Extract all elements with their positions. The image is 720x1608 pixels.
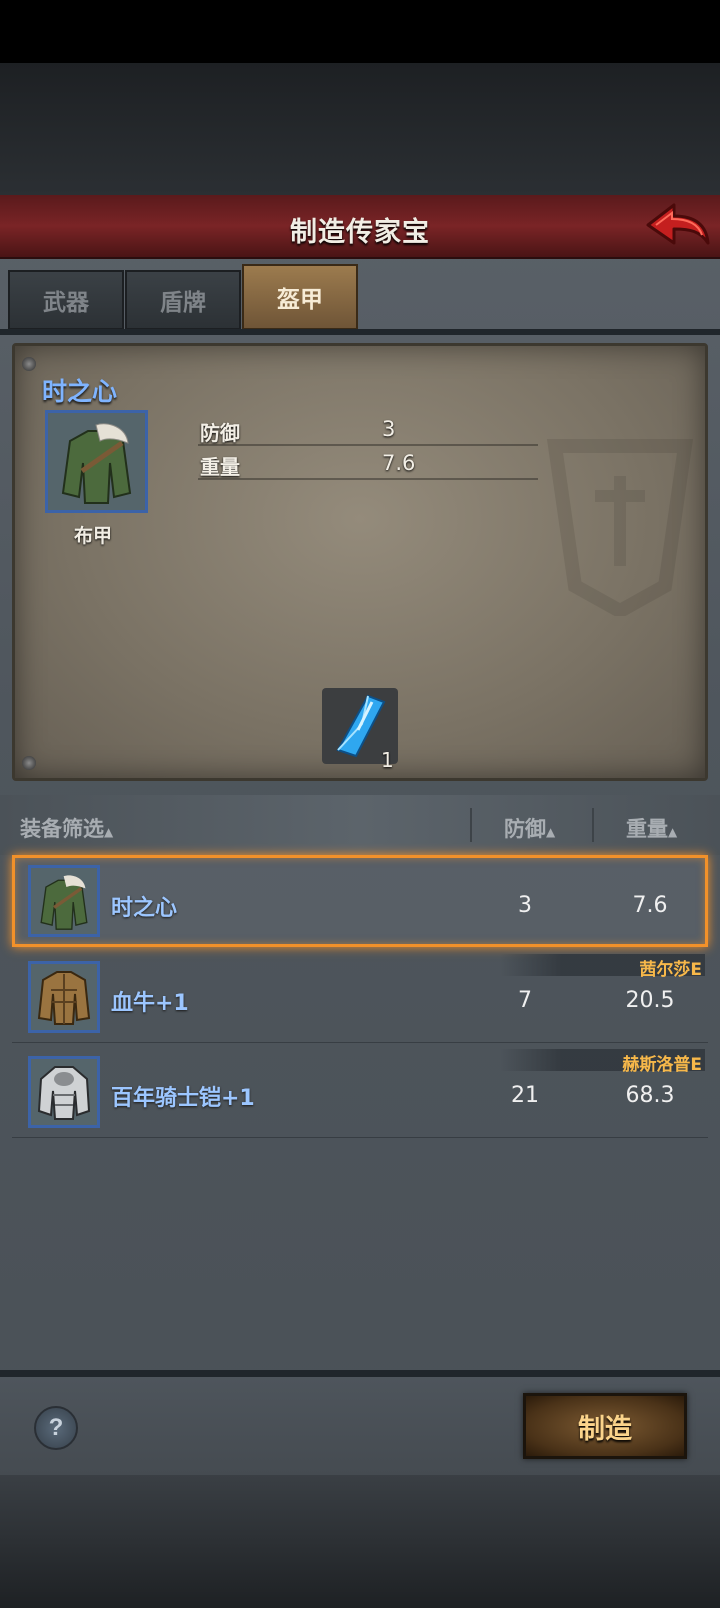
- stat-weight-label: 重量: [200, 455, 240, 479]
- tab-weapons[interactable]: 武器: [8, 270, 124, 330]
- row-item-icon: [28, 961, 100, 1033]
- category-tabs: 武器 盾牌 盔甲: [0, 262, 720, 332]
- plate-armor-icon: [31, 1059, 97, 1125]
- row-owner: 赫斯洛普E: [622, 1055, 702, 1075]
- craft-button[interactable]: 制造: [523, 1393, 687, 1459]
- row-weight: 20.5: [625, 988, 675, 1013]
- row-item-icon: [28, 1056, 100, 1128]
- material-count: 1: [381, 748, 394, 772]
- sort-arrow-icon: ▲: [546, 825, 556, 839]
- stat-divider: [198, 478, 538, 480]
- cloth-armor-icon: [48, 413, 145, 510]
- header-divider: [470, 808, 472, 842]
- header-divider: [592, 808, 594, 842]
- defense-header-label: 防御: [504, 817, 546, 841]
- stat-defense-value: 3: [382, 417, 396, 441]
- footer-divider: [0, 1370, 720, 1377]
- nail-bottom-left: [22, 756, 36, 770]
- row-defense: 3: [518, 893, 532, 918]
- row-weight: 68.3: [625, 1083, 675, 1108]
- row-defense: 21: [511, 1083, 539, 1108]
- nail-top-left: [22, 357, 36, 371]
- background-upper: [0, 63, 720, 195]
- filter-label: 装备筛选: [20, 817, 104, 841]
- sort-arrow-icon: ▲: [104, 825, 114, 839]
- row-item-name: 时之心: [111, 896, 178, 921]
- stat-divider: [198, 444, 538, 446]
- row-item-name: 血牛+1: [111, 991, 189, 1016]
- sort-arrow-icon: ▲: [668, 825, 678, 839]
- stat-weight-value: 7.6: [382, 451, 416, 475]
- back-button[interactable]: [644, 199, 712, 251]
- row-item-icon: [28, 865, 100, 937]
- detail-item-name: 时之心: [42, 377, 118, 406]
- back-arrow-icon: [646, 203, 710, 245]
- tab-armor[interactable]: 盔甲: [242, 264, 358, 330]
- leather-armor-icon: [31, 964, 97, 1030]
- crest-watermark-icon: [546, 439, 694, 616]
- page-title: 制造传家宝: [290, 217, 430, 248]
- weight-header-label: 重量: [626, 817, 668, 841]
- row-owner: 茜尔莎E: [639, 960, 702, 980]
- filter-sort-header[interactable]: 装备筛选▲: [20, 813, 113, 843]
- help-button[interactable]: ?: [34, 1406, 78, 1450]
- detail-item-icon: [45, 410, 148, 513]
- stat-defense-label: 防御: [200, 421, 240, 445]
- cloth-armor-icon: [31, 868, 97, 934]
- help-icon: ?: [48, 1414, 64, 1441]
- row-item-name: 百年骑士铠+1: [111, 1086, 255, 1111]
- defense-sort-header[interactable]: 防御▲: [504, 813, 555, 843]
- status-bar: [0, 0, 720, 63]
- tab-divider: [0, 329, 720, 335]
- background-lower: [0, 1475, 720, 1608]
- row-defense: 7: [518, 988, 532, 1013]
- detail-item-type: 布甲: [74, 525, 113, 547]
- weight-sort-header[interactable]: 重量▲: [626, 813, 677, 843]
- tab-shields[interactable]: 盾牌: [125, 270, 241, 330]
- row-weight: 7.6: [632, 893, 668, 918]
